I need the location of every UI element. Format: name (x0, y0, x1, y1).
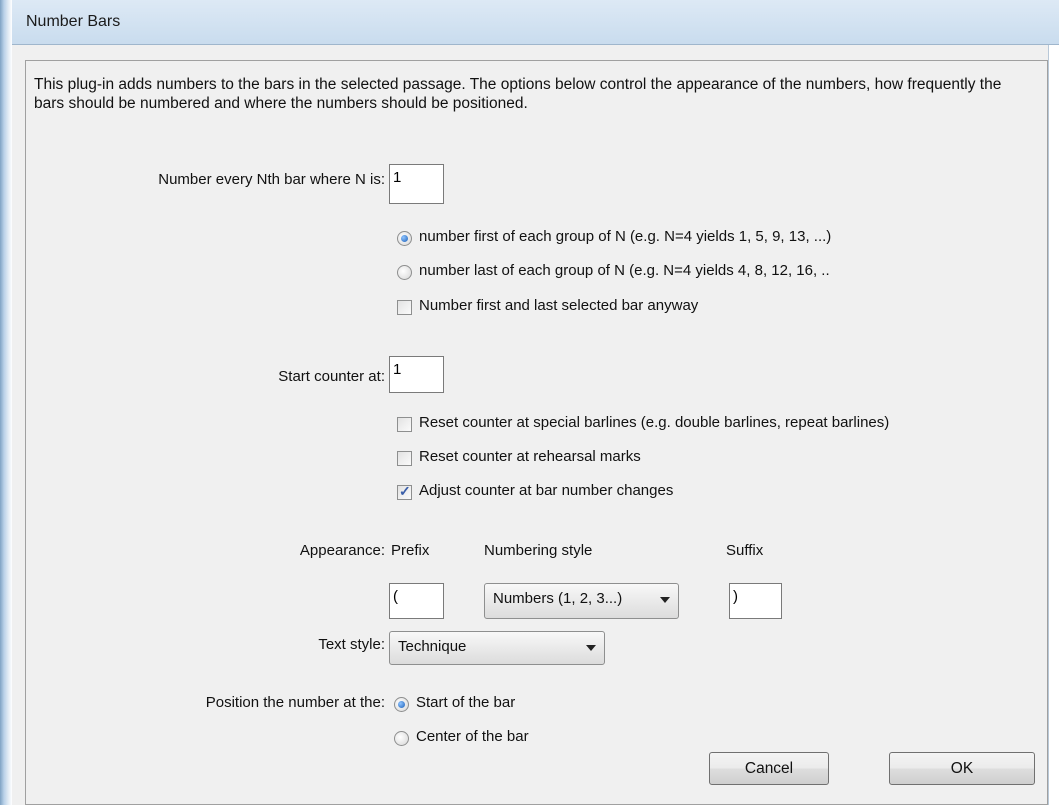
reset-rehearsal-marks-label[interactable]: Reset counter at rehearsal marks (419, 448, 641, 465)
position-center-radio[interactable] (394, 731, 409, 746)
adjust-bar-number-changes-label[interactable]: Adjust counter at bar number changes (419, 482, 673, 499)
reset-special-barlines-checkbox[interactable] (397, 417, 412, 432)
reset-special-barlines-label[interactable]: Reset counter at special barlines (e.g. … (419, 414, 889, 431)
position-label: Position the number at the: (205, 694, 385, 711)
dialog-client-area: This plug-in adds numbers to the bars in… (12, 45, 1049, 805)
suffix-input[interactable]: ) (729, 583, 782, 619)
title-bar[interactable]: Number Bars (12, 0, 1059, 45)
position-start-radio[interactable] (394, 697, 409, 712)
reset-rehearsal-marks-checkbox[interactable] (397, 451, 412, 466)
text-style-label: Text style: (318, 636, 385, 653)
ok-button[interactable]: OK (889, 752, 1035, 785)
chevron-down-icon (660, 597, 670, 603)
number-first-radio[interactable] (397, 231, 412, 246)
suffix-label: Suffix (726, 542, 764, 559)
start-counter-input[interactable]: 1 (389, 356, 444, 393)
appearance-label: Appearance: (299, 542, 385, 559)
window-title: Number Bars (26, 13, 121, 30)
numbering-style-value: Numbers (1, 2, 3...) (493, 590, 623, 607)
number-last-radio[interactable] (397, 265, 412, 280)
nth-bar-input[interactable]: 1 (389, 164, 444, 204)
cancel-button[interactable]: Cancel (709, 752, 829, 785)
text-style-value: Technique (398, 638, 467, 655)
text-style-dropdown[interactable]: Technique (389, 631, 605, 665)
position-center-label[interactable]: Center of the bar (416, 728, 529, 745)
chevron-down-icon (586, 645, 596, 651)
number-first-label[interactable]: number first of each group of N (e.g. N=… (419, 228, 831, 245)
prefix-input[interactable]: ( (389, 583, 444, 619)
first-last-checkbox[interactable] (397, 300, 412, 315)
window-frame-edge (0, 0, 12, 805)
nth-bar-label: Number every Nth bar where N is: (158, 171, 385, 188)
description-text: This plug-in adds numbers to the bars in… (34, 76, 1002, 112)
adjust-bar-number-changes-checkbox[interactable] (397, 483, 412, 500)
position-start-label[interactable]: Start of the bar (416, 694, 515, 711)
first-last-label[interactable]: Number first and last selected bar anywa… (419, 297, 698, 314)
number-last-label[interactable]: number last of each group of N (e.g. N=4… (419, 262, 830, 279)
options-panel: This plug-in adds numbers to the bars in… (25, 60, 1048, 805)
prefix-label: Prefix (391, 542, 430, 559)
start-counter-label: Start counter at: (278, 368, 385, 385)
numbering-style-dropdown[interactable]: Numbers (1, 2, 3...) (484, 583, 679, 619)
numbering-style-label: Numbering style (484, 542, 593, 559)
